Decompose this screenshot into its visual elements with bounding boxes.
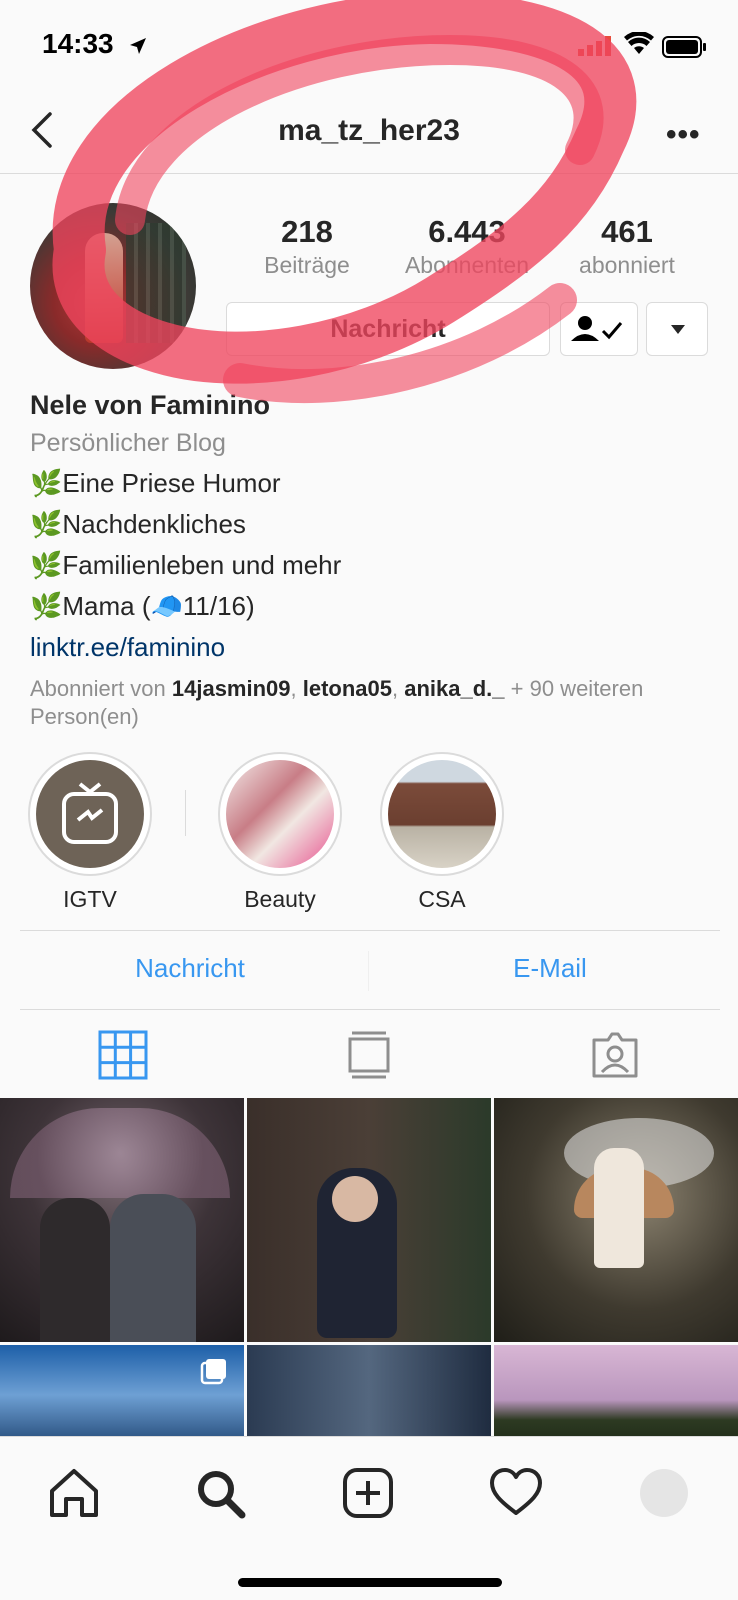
highlight-csa[interactable]: CSA [380,752,504,913]
follower-name[interactable]: 14jasmin09 [172,676,291,701]
dropdown-triangle-icon [671,325,685,334]
photo-grid [0,1098,738,1438]
grid-icon[interactable] [98,1030,148,1080]
profile-tabs [0,1012,738,1096]
highlight-label: IGTV [63,886,117,912]
highlight-label: CSA [418,886,466,912]
location-arrow-icon [130,38,146,54]
suggestions-dropdown-button[interactable] [646,302,708,356]
stat-followers-value: 6.443 [428,214,506,249]
igtv-icon [62,782,118,844]
profile-category: Persönlicher Blog [30,429,226,457]
grid-photo[interactable] [0,1098,244,1342]
bio-link[interactable]: linktr.ee/faminino [30,632,710,663]
home-indicator[interactable] [238,1578,502,1587]
carousel-icon [200,1359,226,1385]
stat-posts[interactable]: 218 Beiträge [222,214,392,279]
stat-following[interactable]: 461 abonniert [542,214,712,279]
following-button[interactable] [560,302,638,356]
feed-icon[interactable] [344,1030,394,1080]
bio-line: 🌿Eine Priese Humor [30,468,281,498]
heart-icon[interactable] [488,1465,544,1521]
avatar[interactable] [30,203,196,369]
tagged-icon[interactable] [590,1030,640,1080]
add-icon[interactable] [340,1465,396,1521]
home-icon[interactable] [46,1465,102,1521]
profile-avatar-icon[interactable] [640,1469,688,1517]
following-check-icon [571,316,623,341]
highlight-label: Beauty [244,886,316,912]
email-button[interactable]: E-Mail [380,953,720,984]
bio-line: 🌿Nachdenkliches [30,509,246,539]
bio-line: 🌿Familienleben und mehr [30,550,342,580]
grid-photo[interactable] [247,1098,491,1342]
grid-photo[interactable] [247,1345,491,1438]
battery-icon [662,36,706,58]
grid-photo[interactable] [494,1345,738,1438]
follower-name[interactable]: anika_d._ [404,676,504,701]
bottom-tab-bar [0,1436,738,1600]
stat-followers-label: Abonnenten [404,252,530,278]
stat-posts-value: 218 [281,214,333,249]
bio-line: 🌿Mama (🧢11/16) [30,591,255,621]
search-icon[interactable] [192,1465,248,1521]
stat-posts-label: Beiträge [264,252,350,278]
highlight-beauty[interactable]: Beauty [218,752,342,913]
grid-photo[interactable] [0,1345,244,1438]
contact-message-button[interactable]: Nachricht [20,953,360,984]
grid-photo[interactable] [494,1098,738,1342]
contact-row: Nachricht E-Mail [20,930,720,1010]
message-button[interactable]: Nachricht [226,302,550,356]
stat-following-value: 461 [601,214,653,249]
stat-followers[interactable]: 6.443 Abonnenten [382,214,552,279]
status-time: 14:33 [42,28,114,59]
profile-name: Nele von Faminino [30,390,271,420]
wifi-icon [624,32,654,54]
profile-username: ma_tz_her23 [278,114,460,147]
follower-name[interactable]: letona05 [303,676,392,701]
followed-by[interactable]: Abonniert von 14jasmin09, letona05, anik… [30,675,710,731]
status-bar: 14:33 [0,0,738,92]
highlight-igtv[interactable]: IGTV [28,752,152,913]
more-icon[interactable]: ••• [666,118,701,152]
bio: Nele von Faminino Persönlicher Blog 🌿Ein… [30,390,710,731]
profile-header: ma_tz_her23 ••• [0,92,738,174]
signal-icon [578,36,611,56]
stat-following-label: abonniert [579,252,675,278]
